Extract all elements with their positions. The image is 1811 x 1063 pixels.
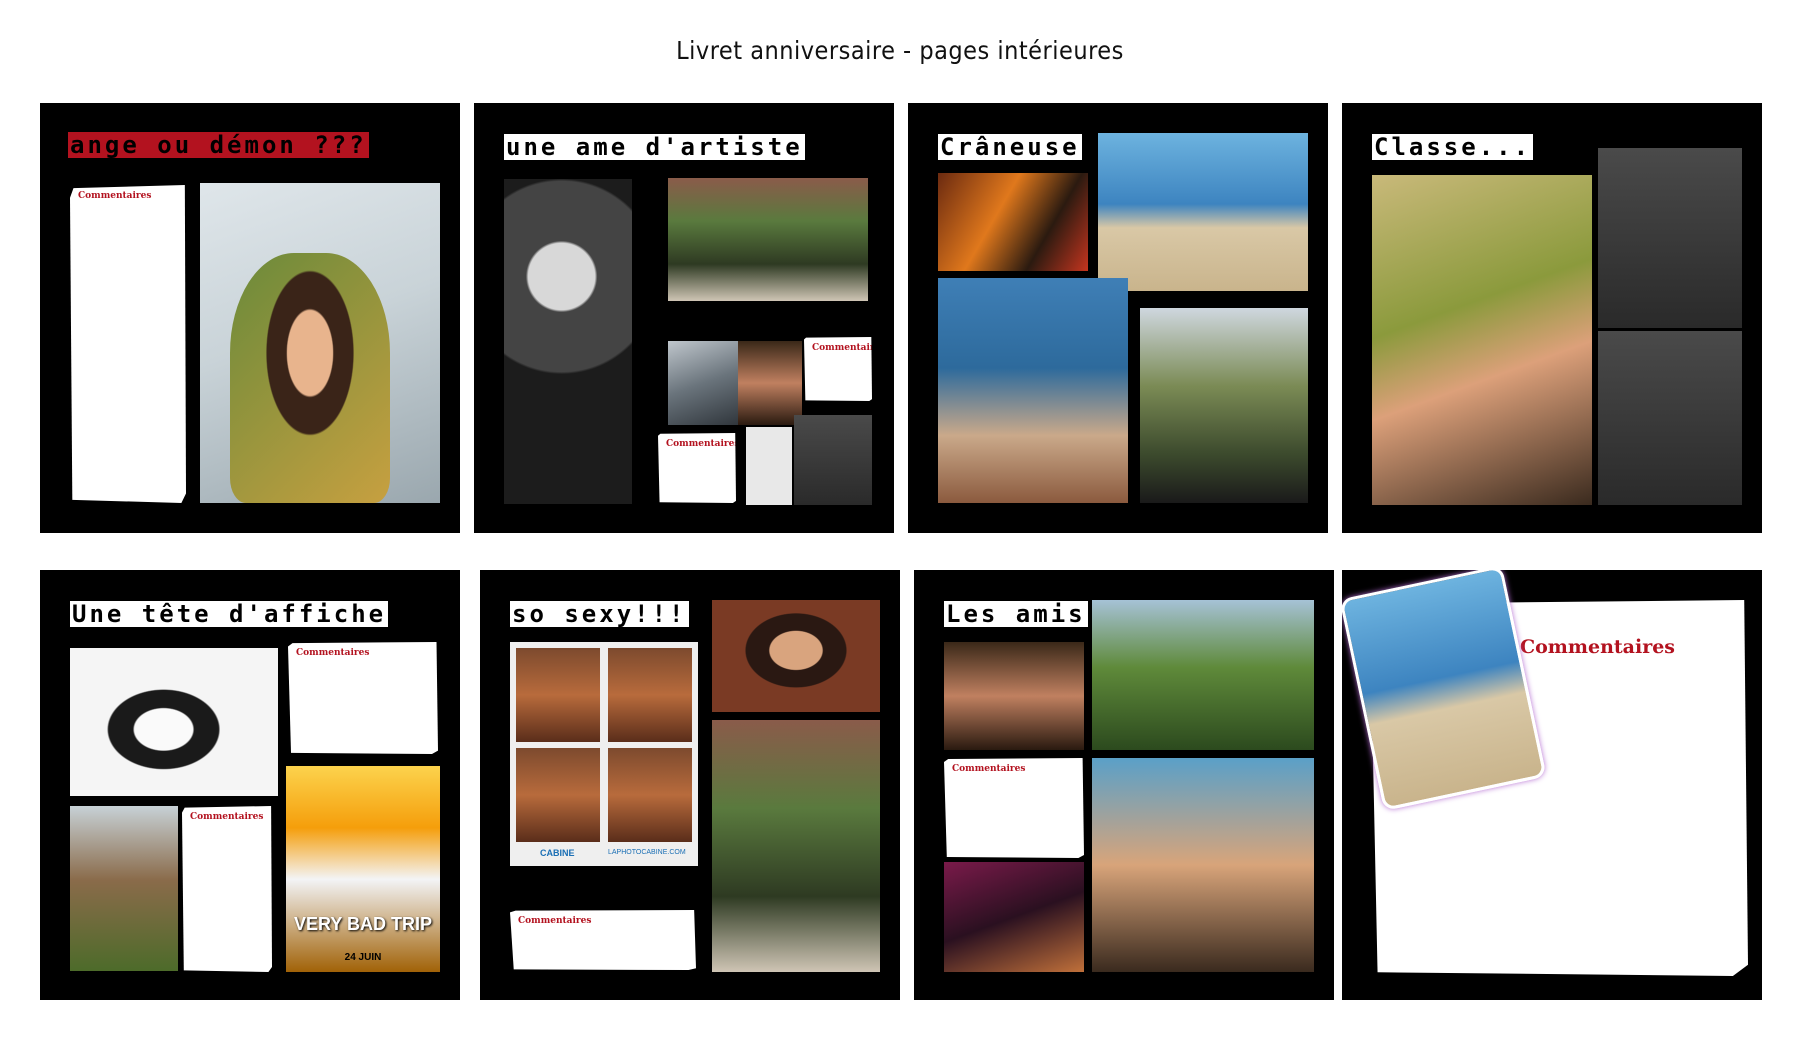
- booth-brand: CABINE: [540, 848, 575, 858]
- poster-headline: VERY BAD TRIP: [293, 914, 433, 934]
- photo-camera-girl: [504, 179, 632, 504]
- document-title: Livret anniversaire - pages intérieures: [676, 36, 1124, 65]
- comment-card[interactable]: Commentaires: [70, 185, 186, 503]
- page-so-sexy: so sexy!!! CABINE LAPHOTOCABINE.COM Comm…: [480, 570, 900, 1000]
- comment-card[interactable]: Commentaires: [944, 758, 1084, 858]
- photo-party: [938, 173, 1088, 271]
- booth-frame: [608, 648, 692, 742]
- photo-night-friends: [944, 862, 1084, 972]
- page-craneuse: Crâneuse: [908, 103, 1328, 533]
- page-final: Commentaires: [1342, 570, 1762, 1000]
- page-tete-affiche: Une tête d'affiche Commentaires Commenta…: [40, 570, 460, 1000]
- photo-selfie-friends: [1092, 758, 1314, 972]
- photo-friends-group: [738, 341, 802, 425]
- photo-sculpture-garden: [668, 178, 868, 301]
- booth-frame: [608, 748, 692, 842]
- photo-booth-strip: CABINE LAPHOTOCABINE.COM: [510, 642, 698, 866]
- comment-label: Commentaires: [296, 648, 370, 658]
- comment-label: Commentaires: [78, 191, 152, 201]
- photo-two-friends: [944, 642, 1084, 750]
- page-classe: Classe...: [1342, 103, 1762, 533]
- comment-label: Commentaires: [812, 343, 886, 353]
- page-ange-ou-demon: ange ou démon ??? Commentaires: [40, 103, 460, 533]
- page-title: Une tête d'affiche: [70, 600, 390, 628]
- photo-phone-booth: [668, 341, 738, 425]
- page-title: ange ou démon ???: [68, 131, 371, 159]
- page-title-text: Classe...: [1372, 133, 1534, 161]
- photo-white-dress: [712, 720, 880, 972]
- page-artiste: une ame d'artiste Commentaires Commentai…: [474, 103, 894, 533]
- page-title-text: Une tête d'affiche: [70, 600, 389, 628]
- photo-celebrity-bottom: [1598, 331, 1742, 505]
- photo-headband-smile: [1140, 308, 1308, 503]
- page-title-text: Crâneuse: [938, 133, 1082, 161]
- photo-white-wall: [746, 427, 792, 505]
- photo-sea-smile: [938, 278, 1128, 503]
- comment-label: Commentaires: [666, 439, 740, 449]
- booth-frame: [516, 648, 600, 742]
- photo-girl-on-phone: [712, 600, 880, 712]
- comment-label: Commentaires: [952, 764, 1026, 774]
- photo-friends-street: [794, 415, 872, 505]
- page-title: Les amis: [944, 600, 1090, 628]
- page-title-text: Les amis: [944, 600, 1088, 628]
- page-title: so sexy!!!: [510, 600, 691, 628]
- photo-girl-with-horns: [200, 183, 440, 503]
- comment-card[interactable]: Commentaires: [510, 910, 696, 970]
- page-title: une ame d'artiste: [504, 133, 807, 161]
- comment-label: Commentaires: [1520, 636, 1676, 658]
- photo-portrait-large: [1372, 175, 1592, 505]
- comment-card[interactable]: Commentaires: [804, 337, 872, 401]
- comment-card[interactable]: Commentaires: [658, 433, 736, 503]
- comment-label: Commentaires: [518, 916, 592, 926]
- comment-label: Commentaires: [190, 812, 264, 822]
- page-title: Classe...: [1372, 133, 1535, 161]
- comment-card[interactable]: Commentaires: [182, 806, 272, 972]
- poster-date: 24 JUIN: [344, 952, 382, 963]
- page-les-amis: Les amis Commentaires: [914, 570, 1334, 1000]
- page-title-text: ange ou démon ???: [68, 131, 369, 159]
- photo-celebrity-top: [1598, 148, 1742, 328]
- photo-bw-portrait: [70, 648, 278, 796]
- photo-western-family: [70, 806, 178, 971]
- photo-movie-poster: VERY BAD TRIP 24 JUIN: [286, 766, 440, 972]
- booth-frame: [516, 748, 600, 842]
- booth-url: LAPHOTOCABINE.COM: [608, 849, 686, 856]
- photo-beach-pout: [1098, 133, 1308, 291]
- comment-card[interactable]: Commentaires: [288, 642, 438, 754]
- photo-subject: [230, 253, 390, 503]
- page-title-text: une ame d'artiste: [504, 133, 805, 161]
- page-title-text: so sexy!!!: [510, 600, 689, 628]
- photo-three-friends-park: [1092, 600, 1314, 750]
- page-title: Crâneuse: [938, 133, 1084, 161]
